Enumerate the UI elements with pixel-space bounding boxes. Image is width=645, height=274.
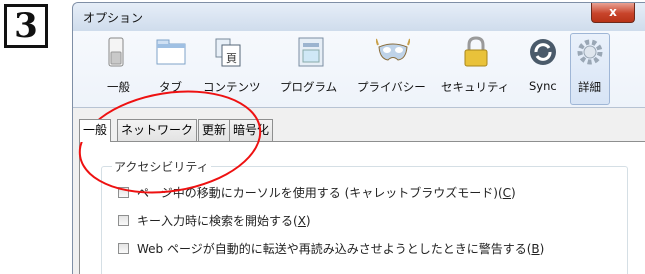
gear-icon bbox=[573, 35, 607, 69]
accessibility-legend: アクセシビリティ bbox=[112, 158, 211, 175]
document-icon: 頁 bbox=[212, 35, 246, 69]
search-on-typing-option[interactable]: キー入力時に検索を開始する(X) bbox=[118, 212, 311, 229]
pane-security-button[interactable]: セキュリティ bbox=[440, 33, 512, 105]
options-dialog: オプション x 一般 タブ 頁 コンテンツ プログラム プライバシー セキュリテ… bbox=[72, 2, 645, 274]
pane-general-button[interactable]: 一般 bbox=[97, 33, 135, 105]
accessibility-group: アクセシビリティ ページ中の移動にカーソルを使用する (キャレットブラウズモード… bbox=[101, 158, 628, 274]
warn-redirect-option[interactable]: Web ページが自動的に転送や再読み込みさせようとしたときに警告する(B) bbox=[118, 240, 544, 257]
title-bar: オプション x bbox=[73, 3, 645, 31]
caret-browsing-checkbox[interactable] bbox=[118, 187, 129, 198]
window-title: オプション bbox=[83, 11, 144, 25]
search-on-typing-label: キー入力時に検索を開始する(X) bbox=[137, 214, 311, 228]
pane-label: セキュリティ bbox=[441, 80, 510, 94]
mask-icon bbox=[375, 35, 411, 69]
switch-icon bbox=[99, 35, 133, 69]
pane-privacy-button[interactable]: プライバシー bbox=[357, 33, 429, 105]
pane-label: タブ bbox=[159, 80, 182, 94]
pane-content-button[interactable]: 頁 コンテンツ bbox=[198, 33, 261, 105]
warn-redirect-label: Web ページが自動的に転送や再読み込みさせようとしたときに警告する(B) bbox=[137, 242, 545, 256]
sync-icon bbox=[526, 35, 560, 69]
tab-general[interactable]: 一般 bbox=[79, 119, 112, 142]
svg-text:頁: 頁 bbox=[226, 52, 237, 65]
advanced-pane-content: 一般 ネットワーク 更新 暗号化 アクセシビリティ ページ中の移動にカーソルを使… bbox=[73, 108, 645, 274]
pane-label: プログラム bbox=[280, 80, 338, 94]
tab-update[interactable]: 更新 bbox=[198, 119, 231, 141]
pane-label: 一般 bbox=[107, 80, 130, 94]
pane-label: プライバシー bbox=[357, 80, 426, 94]
pane-sync-button[interactable]: Sync bbox=[525, 33, 561, 105]
tab-network[interactable]: ネットワーク bbox=[117, 119, 198, 141]
general-tab-panel: アクセシビリティ ページ中の移動にカーソルを使用する (キャレットブラウズモード… bbox=[79, 141, 645, 274]
pane-label: 詳細 bbox=[578, 80, 601, 94]
preferences-pane-toolbar: 一般 タブ 頁 コンテンツ プログラム プライバシー セキュリティ Sync 詳… bbox=[73, 31, 645, 108]
search-on-typing-checkbox[interactable] bbox=[118, 215, 129, 226]
pane-advanced-button[interactable]: 詳細 bbox=[570, 33, 610, 105]
caret-browsing-label: ページ中の移動にカーソルを使用する (キャレットブラウズモード)(C) bbox=[137, 186, 516, 200]
close-button[interactable]: x bbox=[591, 3, 635, 23]
pane-applications-button[interactable]: プログラム bbox=[278, 33, 344, 105]
tab-encryption[interactable]: 暗号化 bbox=[229, 119, 274, 141]
pane-label: コンテンツ bbox=[203, 80, 261, 94]
pane-tabs-button[interactable]: タブ bbox=[152, 33, 190, 105]
pane-label: Sync bbox=[529, 79, 557, 93]
tab-window-icon bbox=[154, 35, 188, 69]
application-icon bbox=[294, 35, 328, 69]
warn-redirect-checkbox[interactable] bbox=[118, 243, 129, 254]
padlock-icon bbox=[459, 35, 493, 69]
step-number-badge: 3 bbox=[4, 4, 48, 48]
caret-browsing-option[interactable]: ページ中の移動にカーソルを使用する (キャレットブラウズモード)(C) bbox=[118, 184, 516, 201]
